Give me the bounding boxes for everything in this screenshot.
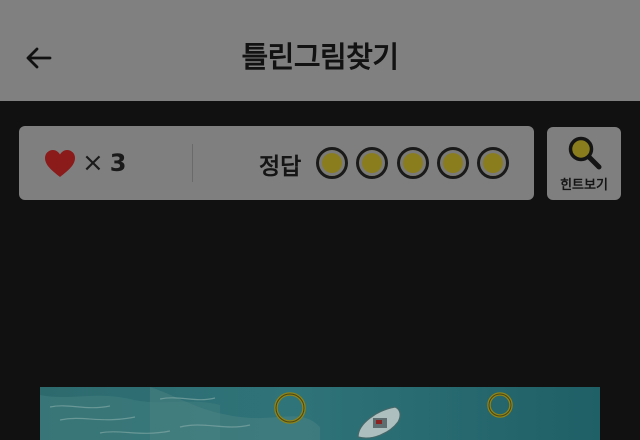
page-title: 틀린그림찾기 bbox=[241, 40, 399, 74]
app-header: 틀린그림찾기 bbox=[0, 0, 640, 101]
game-image[interactable] bbox=[40, 387, 600, 440]
answer-slot bbox=[397, 147, 429, 179]
answer-slot bbox=[437, 147, 469, 179]
heart-icon bbox=[45, 150, 75, 177]
ocean-scene-image bbox=[40, 387, 600, 440]
lives-count: 3 bbox=[109, 149, 127, 177]
magnifier-icon bbox=[568, 136, 602, 170]
answer-slot bbox=[477, 147, 509, 179]
answer-slot bbox=[356, 147, 388, 179]
answer-label: 정답 bbox=[259, 154, 302, 180]
lives-multiplier: × bbox=[82, 148, 104, 178]
answer-slot bbox=[316, 147, 348, 179]
divider bbox=[192, 144, 193, 182]
lives-counter: × 3 bbox=[82, 148, 127, 178]
hint-button[interactable]: 힌트보기 bbox=[547, 127, 621, 200]
hint-label: 힌트보기 bbox=[560, 178, 608, 193]
